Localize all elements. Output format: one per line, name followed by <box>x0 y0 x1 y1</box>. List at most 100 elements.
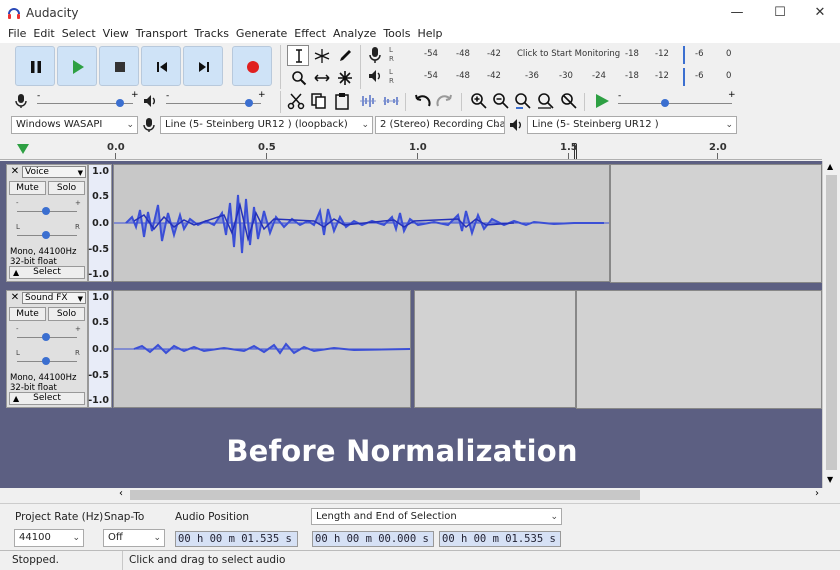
recording-device-select[interactable]: Line (5- Steinberg UR12 ) (loopback) ⌄ <box>160 116 373 134</box>
menu-file[interactable]: File <box>6 26 31 43</box>
recording-volume-knob[interactable] <box>116 99 124 107</box>
record-meter[interactable]: L R -54 -48 -42 Click to Start Monitorin… <box>389 46 739 64</box>
collapse-track-icon[interactable]: ▲ <box>13 393 19 404</box>
selection-length-field[interactable]: 00 h 00 m 00.000 s <box>312 531 434 547</box>
zoom-toggle-icon[interactable] <box>560 92 578 110</box>
select-track-button[interactable]: ▲ Select <box>9 266 85 279</box>
zoom-in-icon[interactable] <box>470 92 488 110</box>
project-rate-select[interactable]: 44100 ⌄ <box>14 529 84 547</box>
selection-tool-button[interactable] <box>287 45 309 66</box>
select-track-button[interactable]: ▲ Select <box>9 392 85 405</box>
selection-mode-select[interactable]: Length and End of Selection ⌄ <box>311 508 562 525</box>
pause-button[interactable] <box>15 46 55 86</box>
vertical-scroll-thumb[interactable] <box>826 175 837 470</box>
waveform-clip[interactable] <box>113 164 610 282</box>
mute-button[interactable]: Mute <box>9 307 46 321</box>
status-separator <box>122 551 123 570</box>
skip-to-end-button[interactable] <box>183 46 223 86</box>
play-button[interactable] <box>57 46 97 86</box>
track-name-menu[interactable]: Sound FX ▼ <box>22 292 86 304</box>
voice-waveform <box>114 194 609 254</box>
scroll-left-icon[interactable]: ‹ <box>119 488 123 499</box>
menu-help[interactable]: Help <box>415 26 447 43</box>
menu-tracks[interactable]: Tracks <box>192 26 234 43</box>
envelope-tool-button[interactable] <box>310 45 332 66</box>
audio-position-field[interactable]: 00 h 00 m 01.535 s <box>175 531 298 547</box>
timeline-tick <box>115 153 116 159</box>
zoom-tool-button[interactable] <box>287 67 309 88</box>
close-track-icon[interactable]: ✕ <box>9 166 21 178</box>
play-speed-knob[interactable] <box>661 99 669 107</box>
time-shift-tool-button[interactable] <box>310 67 332 88</box>
empty-clip-region[interactable] <box>610 164 822 283</box>
close-track-icon[interactable]: ✕ <box>9 292 21 304</box>
undo-icon[interactable] <box>412 92 432 110</box>
fit-selection-icon[interactable] <box>514 92 532 110</box>
zoom-out-icon[interactable] <box>492 92 510 110</box>
empty-clip-region[interactable] <box>414 290 576 408</box>
stop-button[interactable] <box>99 46 139 86</box>
scroll-down-icon[interactable]: ▼ <box>827 475 833 484</box>
selection-end-field[interactable]: 00 h 00 m 01.535 s <box>439 531 561 547</box>
trim-audio-icon[interactable] <box>358 92 378 110</box>
play-speed-slider[interactable] <box>618 103 732 104</box>
gain-knob[interactable] <box>42 207 50 215</box>
multi-tool-button[interactable] <box>333 67 355 88</box>
scroll-up-icon[interactable]: ▲ <box>827 162 833 171</box>
waveform-clip[interactable] <box>113 290 411 408</box>
menu-tools[interactable]: Tools <box>381 26 415 43</box>
timeline-label: 0.0 <box>107 142 125 153</box>
menu-generate[interactable]: Generate <box>234 26 292 43</box>
record-button[interactable] <box>232 46 272 86</box>
silence-audio-icon[interactable] <box>381 92 401 110</box>
playback-device-select[interactable]: Line (5- Steinberg UR12 ) ⌄ <box>527 116 737 134</box>
copy-icon[interactable] <box>310 92 328 110</box>
draw-tool-button[interactable] <box>333 45 355 66</box>
gain-knob[interactable] <box>42 333 50 341</box>
close-window-button[interactable]: ✕ <box>805 3 835 23</box>
scroll-right-icon[interactable]: › <box>815 488 819 499</box>
meter-tick: -42 <box>487 49 501 59</box>
meter-tick: -48 <box>456 49 470 59</box>
minimize-button[interactable]: — <box>722 3 752 23</box>
menu-transport[interactable]: Transport <box>134 26 193 43</box>
meter-tick: -24 <box>592 71 606 81</box>
solo-button[interactable]: Solo <box>48 307 85 321</box>
menu-view[interactable]: View <box>101 26 134 43</box>
audio-host-select[interactable]: Windows WASAPI ⌄ <box>11 116 138 134</box>
empty-clip-region[interactable] <box>576 290 822 409</box>
menu-analyze[interactable]: Analyze <box>331 26 381 43</box>
paste-icon[interactable] <box>333 92 351 110</box>
solo-button[interactable]: Solo <box>48 181 85 195</box>
track-control-panel[interactable]: ✕ Sound FX ▼ Mute Solo - + L R Mono, 4410… <box>6 290 88 408</box>
menu-effect[interactable]: Effect <box>292 26 331 43</box>
vertical-scrollbar[interactable]: ▲ ▼ <box>822 161 840 488</box>
play-at-speed-icon[interactable] <box>594 93 610 109</box>
playback-volume-knob[interactable] <box>245 99 253 107</box>
menu-edit[interactable]: Edit <box>31 26 59 43</box>
pan-knob[interactable] <box>42 231 50 239</box>
fit-project-icon[interactable] <box>537 92 555 110</box>
tracks-panel[interactable]: ✕ Voice ▼ Mute Solo - + L R Mono, 44100Hz… <box>0 161 822 488</box>
cut-icon[interactable] <box>287 92 305 110</box>
horizontal-scroll-thumb[interactable] <box>130 490 640 500</box>
mute-button[interactable]: Mute <box>9 181 46 195</box>
snap-to-select[interactable]: Off ⌄ <box>103 529 165 547</box>
collapse-track-icon[interactable]: ▲ <box>13 267 19 278</box>
meter-monitor-hint[interactable]: Click to Start Monitoring <box>517 49 620 59</box>
pan-knob[interactable] <box>42 357 50 365</box>
record-meter-mic-icon[interactable] <box>367 46 383 64</box>
menu-select[interactable]: Select <box>60 26 101 43</box>
playback-meter[interactable]: L R -54 -48 -42 -36 -30 -24 -18 -12 -6 0 <box>389 68 739 86</box>
horizontal-scrollbar[interactable]: ‹ › <box>0 488 840 502</box>
play-meter-speaker-icon[interactable] <box>367 68 383 84</box>
maximize-button[interactable]: ☐ <box>765 3 795 23</box>
skip-to-start-button[interactable] <box>141 46 181 86</box>
recording-channels-select[interactable]: 2 (Stereo) Recording Chan ⌄ <box>375 116 505 134</box>
timeline-ruler[interactable]: 0.0 0.5 1.0 1.5 2.0 <box>0 140 822 160</box>
redo-icon[interactable] <box>435 92 455 110</box>
speed-max-label: + <box>728 90 736 100</box>
pinned-play-head-icon[interactable] <box>16 142 30 156</box>
track-name-menu[interactable]: Voice ▼ <box>22 166 86 178</box>
track-control-panel[interactable]: ✕ Voice ▼ Mute Solo - + L R Mono, 44100Hz… <box>6 164 88 282</box>
